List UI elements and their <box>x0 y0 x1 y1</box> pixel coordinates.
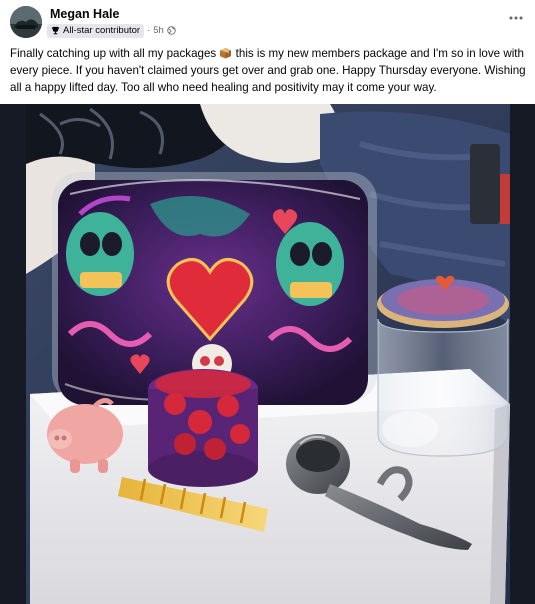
post-meta: All-star contributor · 5h <box>47 23 176 38</box>
package-photo <box>0 104 535 604</box>
trophy-icon <box>51 26 60 35</box>
globe-icon <box>167 26 176 35</box>
more-options-icon <box>509 16 523 20</box>
post-text: Finally catching up with all my packages… <box>10 45 528 96</box>
post-text-start: Finally catching up with all my packages <box>10 47 220 60</box>
avatar[interactable] <box>10 6 42 38</box>
post-photo[interactable] <box>0 104 535 604</box>
package-emoji <box>220 48 232 59</box>
separator-dot: · <box>147 25 151 36</box>
post-time[interactable]: 5h <box>153 25 164 36</box>
contributor-badge[interactable]: All-star contributor <box>47 23 145 38</box>
post-header: Megan Hale All-star contributor · 5h <box>0 0 535 44</box>
badge-label: All-star contributor <box>63 25 141 36</box>
author-name[interactable]: Megan Hale <box>50 7 119 21</box>
more-options-button[interactable] <box>505 10 527 26</box>
